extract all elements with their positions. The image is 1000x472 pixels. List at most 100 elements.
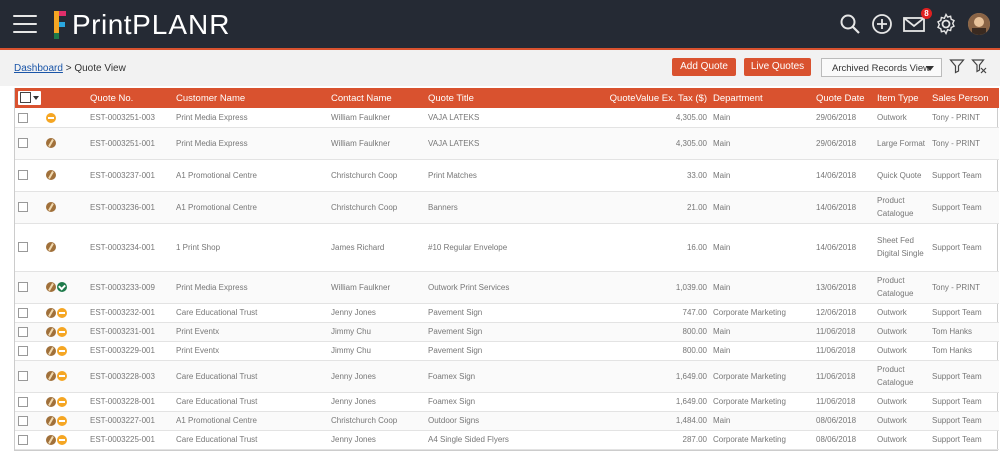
cell-quote-no[interactable]: EST-0003228-003 xyxy=(87,360,173,393)
pending-status-icon[interactable] xyxy=(57,345,67,356)
cell-sales-person: Support Team xyxy=(929,159,999,192)
cell-quote-no[interactable]: EST-0003231-001 xyxy=(87,322,173,342)
table-row[interactable]: EST-0003228-001 Care Educational Trust Jen… xyxy=(15,392,999,412)
select-all-header xyxy=(15,88,43,108)
table-row[interactable]: EST-0003231-001 Print Eventx Jimmy Chu Pave… xyxy=(15,322,999,342)
row-checkbox[interactable] xyxy=(18,202,28,213)
archived-records-dropdown[interactable]: Archived Records View xyxy=(821,58,942,77)
filter-icon[interactable] xyxy=(949,58,965,74)
row-checkbox[interactable] xyxy=(18,170,28,181)
cell-customer-name: Care Educational Trust xyxy=(173,360,328,393)
pending-status-icon[interactable] xyxy=(57,326,67,337)
edit-status-icon[interactable] xyxy=(46,242,56,253)
table-row[interactable]: EST-0003229-001 Print Eventx Jimmy Chu Pave… xyxy=(15,341,999,361)
edit-status-icon[interactable] xyxy=(46,282,56,293)
column-header-sales-person[interactable]: Sales Person xyxy=(929,88,999,108)
table-row[interactable]: EST-0003227-001 A1 Promotional Centre Chri… xyxy=(15,411,999,431)
cell-sales-person: Support Team xyxy=(929,392,999,412)
row-select-cell xyxy=(15,430,43,450)
row-checkbox[interactable] xyxy=(18,242,28,253)
cell-department: Corporate Marketing xyxy=(710,360,813,393)
row-checkbox[interactable] xyxy=(18,282,28,293)
edit-status-icon[interactable] xyxy=(46,371,56,382)
cell-quote-no[interactable]: EST-0003233-009 xyxy=(87,271,173,304)
pending-status-icon[interactable] xyxy=(57,371,67,382)
cell-quote-no[interactable]: EST-0003225-001 xyxy=(87,430,173,450)
clear-filter-icon[interactable] xyxy=(971,58,987,74)
edit-status-icon[interactable] xyxy=(46,307,56,318)
row-checkbox[interactable] xyxy=(18,138,28,149)
column-header-contact-name[interactable]: Contact Name xyxy=(328,88,425,108)
edit-status-icon[interactable] xyxy=(46,138,56,149)
cell-quote-no[interactable]: EST-0003227-001 xyxy=(87,411,173,431)
row-checkbox[interactable] xyxy=(18,371,28,382)
live-quotes-button[interactable]: Live Quotes xyxy=(744,58,811,76)
table-row[interactable]: EST-0003234-001 1 Print Shop James Richard… xyxy=(15,223,999,272)
add-quote-button[interactable]: Add Quote xyxy=(672,58,736,76)
cell-quote-no[interactable]: EST-0003232-001 xyxy=(87,303,173,323)
table-row[interactable]: EST-0003251-001 Print Media Express Willia… xyxy=(15,127,999,160)
approved-status-icon[interactable] xyxy=(57,282,67,293)
search-icon[interactable] xyxy=(838,12,862,36)
status-icons-cell xyxy=(43,271,87,304)
hamburger-menu-icon[interactable] xyxy=(13,15,37,33)
row-checkbox[interactable] xyxy=(18,345,28,356)
cell-quote-no[interactable]: EST-0003237-001 xyxy=(87,159,173,192)
edit-status-icon[interactable] xyxy=(46,345,56,356)
mail-icon[interactable]: 8 xyxy=(902,8,932,36)
edit-status-icon[interactable] xyxy=(46,434,56,445)
table-row[interactable]: EST-0003251-003 Print Media Express Willia… xyxy=(15,108,999,128)
column-header-customer-name[interactable]: Customer Name xyxy=(173,88,328,108)
breadcrumb-dashboard-link[interactable]: Dashboard xyxy=(14,63,63,74)
cell-quote-no[interactable]: EST-0003234-001 xyxy=(87,223,173,272)
cell-quote-value: 16.00 xyxy=(559,223,710,272)
cell-quote-no[interactable]: EST-0003229-001 xyxy=(87,341,173,361)
cell-quote-no[interactable]: EST-0003251-003 xyxy=(87,108,173,128)
column-header-item-type[interactable]: Item Type xyxy=(874,88,929,108)
table-row[interactable]: EST-0003228-003 Care Educational Trust Jen… xyxy=(15,360,999,393)
table-row[interactable]: EST-0003237-001 A1 Promotional Centre Chri… xyxy=(15,159,999,192)
table-row[interactable]: EST-0003225-001 Care Educational Trust Jen… xyxy=(15,430,999,450)
user-avatar[interactable] xyxy=(968,13,990,35)
edit-status-icon[interactable] xyxy=(46,170,56,181)
status-icons-cell xyxy=(43,303,87,323)
cell-quote-no[interactable]: EST-0003251-001 xyxy=(87,127,173,160)
row-checkbox[interactable] xyxy=(18,326,28,337)
edit-status-icon[interactable] xyxy=(46,415,56,426)
pending-status-icon[interactable] xyxy=(46,112,56,123)
pending-status-icon[interactable] xyxy=(57,415,67,426)
cell-quote-date: 12/06/2018 xyxy=(813,303,874,323)
table-row[interactable]: EST-0003233-009 Print Media Express Willia… xyxy=(15,271,999,304)
cell-sales-person: Tony - PRINT xyxy=(929,127,999,160)
column-header-quote-title[interactable]: Quote Title xyxy=(425,88,559,108)
row-checkbox[interactable] xyxy=(18,307,28,318)
column-header-quote-date[interactable]: Quote Date xyxy=(813,88,874,108)
column-header-department[interactable]: Department xyxy=(710,88,813,108)
row-checkbox[interactable] xyxy=(18,415,28,426)
select-all-checkbox[interactable] xyxy=(18,91,41,105)
cell-quote-date: 08/06/2018 xyxy=(813,430,874,450)
cell-item-type: Outwork xyxy=(874,430,929,450)
column-header-quote-no[interactable]: Quote No. xyxy=(87,88,173,108)
pending-status-icon[interactable] xyxy=(57,434,67,445)
cell-customer-name: Print Media Express xyxy=(173,127,328,160)
pending-status-icon[interactable] xyxy=(57,307,67,318)
row-checkbox[interactable] xyxy=(18,434,28,445)
cell-contact-name: Christchurch Coop xyxy=(328,159,425,192)
edit-status-icon[interactable] xyxy=(46,326,56,337)
edit-status-icon[interactable] xyxy=(46,396,56,407)
gear-icon[interactable] xyxy=(934,12,958,36)
add-circle-icon[interactable] xyxy=(870,12,894,36)
edit-status-icon[interactable] xyxy=(46,202,56,213)
column-header-quote-value[interactable]: QuoteValue Ex. Tax ($) xyxy=(559,88,710,108)
cell-customer-name: A1 Promotional Centre xyxy=(173,191,328,224)
row-checkbox[interactable] xyxy=(18,112,28,123)
pending-status-icon[interactable] xyxy=(57,396,67,407)
cell-quote-no[interactable]: EST-0003236-001 xyxy=(87,191,173,224)
table-row[interactable]: EST-0003236-001 A1 Promotional Centre Chri… xyxy=(15,191,999,224)
status-icons-cell xyxy=(43,322,87,342)
row-checkbox[interactable] xyxy=(18,396,28,407)
printplanr-logo[interactable]: Print PLANR xyxy=(52,8,230,42)
cell-quote-no[interactable]: EST-0003228-001 xyxy=(87,392,173,412)
table-row[interactable]: EST-0003232-001 Care Educational Trust Jen… xyxy=(15,303,999,323)
